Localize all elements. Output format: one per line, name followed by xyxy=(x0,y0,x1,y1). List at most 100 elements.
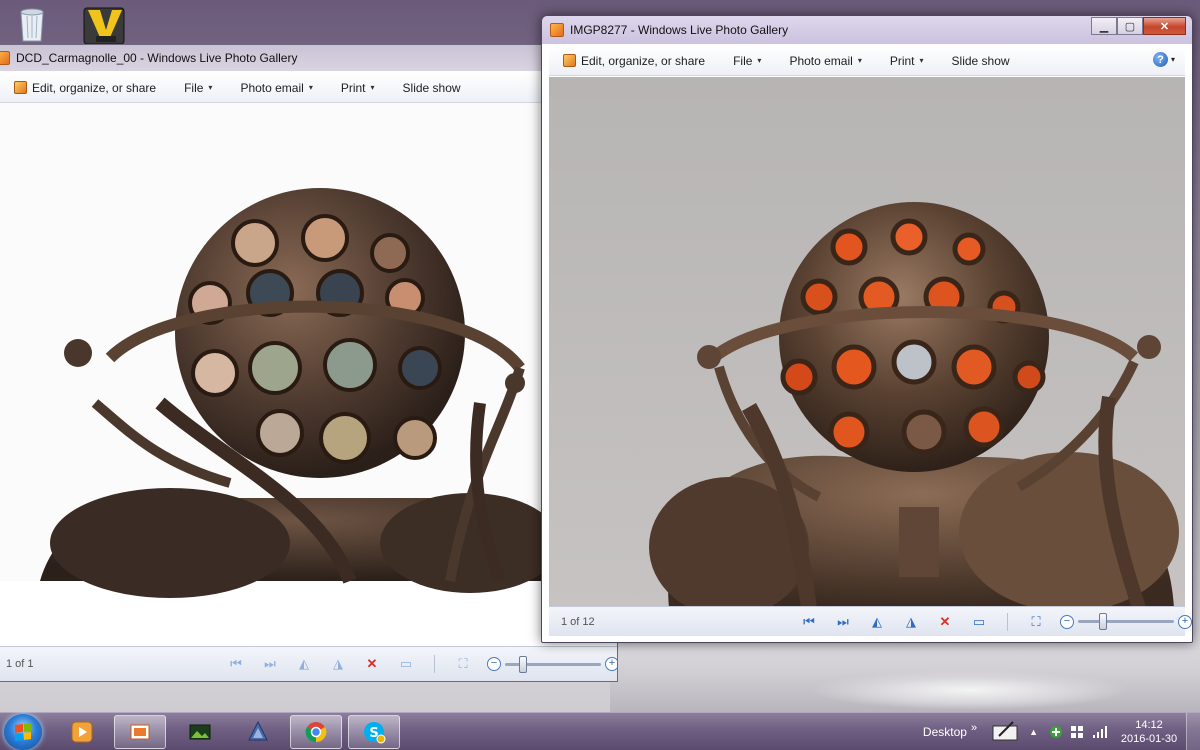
actual-size-icon[interactable]: ⛶ xyxy=(453,654,473,674)
start-button[interactable] xyxy=(4,714,42,750)
edit-organize-share-menu[interactable]: Edit, organize, or share xyxy=(0,73,170,102)
maximize-button[interactable]: ▢ xyxy=(1117,17,1143,35)
delete-icon[interactable]: ✕ xyxy=(362,654,382,674)
navigation-controls: ⏮ ⏭ ◭ ◮ ✕ ▭ ⛶ − + xyxy=(799,612,1192,632)
minimize-button[interactable]: ▁ xyxy=(1091,17,1117,35)
rotate-right-icon[interactable]: ◮ xyxy=(328,654,348,674)
window-title: IMGP8277 - Windows Live Photo Gallery xyxy=(570,22,789,37)
desktop-toolbar-label[interactable]: Desktop xyxy=(923,725,967,739)
tablet-input-icon[interactable] xyxy=(991,720,1021,744)
taskbar-image-viewer[interactable] xyxy=(174,715,226,749)
zoom-slider[interactable] xyxy=(1078,613,1174,630)
toolbar: Edit, organize, or share File ▾ Photo em… xyxy=(549,46,1185,76)
chevron-down-icon: ▾ xyxy=(208,83,213,92)
photo-viewer[interactable] xyxy=(0,103,617,646)
next-icon[interactable]: ⏭ xyxy=(260,654,280,674)
title-bar[interactable]: DCD_Carmagnolle_00 - Windows Live Photo … xyxy=(0,45,617,70)
close-icon: ✕ xyxy=(1159,20,1170,33)
photo-count: 1 of 12 xyxy=(561,615,595,628)
clock-date: 2016-01-30 xyxy=(1120,733,1178,745)
desktop: DCD_Carmagnolle_00 - Windows Live Photo … xyxy=(0,0,1200,712)
chrome-icon xyxy=(305,722,327,743)
windows-flag-icon[interactable] xyxy=(1070,725,1084,739)
desktop-background-detail xyxy=(610,650,1200,712)
taskbar: S Desktop » ▲ 14:12 2016-01-30 xyxy=(0,712,1200,750)
system-tray: Desktop » ▲ 14:12 2016-01-30 xyxy=(923,713,1200,750)
maximize-icon: ▢ xyxy=(1124,20,1136,33)
rotate-left-icon[interactable]: ◭ xyxy=(867,612,887,632)
photo-email-menu[interactable]: Photo email ▾ xyxy=(226,73,326,102)
zoom-in-icon[interactable]: + xyxy=(1178,614,1192,629)
slide-show-button[interactable]: Slide show xyxy=(938,46,1024,75)
system-clock[interactable]: 14:12 2016-01-30 xyxy=(1112,718,1186,746)
separator xyxy=(434,655,435,673)
photo-diving-helmet-white-bg xyxy=(0,103,617,646)
next-icon[interactable]: ⏭ xyxy=(833,612,853,632)
file-menu[interactable]: File ▾ xyxy=(170,73,226,102)
taskbar-chrome[interactable] xyxy=(290,715,342,749)
show-desktop-button[interactable] xyxy=(1186,713,1200,750)
signal-strength-icon[interactable] xyxy=(1092,725,1108,739)
image-viewer-icon xyxy=(189,724,211,740)
network-sync-icon[interactable] xyxy=(1048,724,1064,740)
chevron-down-icon: ▾ xyxy=(757,56,762,65)
slideshow-icon[interactable]: ▭ xyxy=(969,612,989,632)
title-bar[interactable]: IMGP8277 - Windows Live Photo Gallery ▁ … xyxy=(542,16,1192,43)
photo-gallery-window-left[interactable]: DCD_Carmagnolle_00 - Windows Live Photo … xyxy=(0,44,618,682)
edit-icon xyxy=(563,54,576,67)
photo-viewer[interactable] xyxy=(549,77,1185,606)
skype-icon: S xyxy=(364,722,386,744)
show-hidden-icons-icon[interactable]: ▲ xyxy=(1029,727,1038,737)
toolbar-overflow-icon[interactable]: » xyxy=(971,722,977,734)
help-icon: ? xyxy=(1152,52,1168,67)
zoom-control: − + xyxy=(1060,613,1192,630)
previous-icon[interactable]: ⏮ xyxy=(226,654,246,674)
zoom-out-icon[interactable]: − xyxy=(487,657,501,671)
actual-size-icon[interactable]: ⛶ xyxy=(1026,612,1046,632)
help-button[interactable]: ? ▾ xyxy=(1152,52,1175,67)
file-menu[interactable]: File ▾ xyxy=(719,46,775,75)
status-bar: 1 of 12 ⏮ ⏭ ◭ ◮ ✕ ▭ ⛶ − + xyxy=(549,606,1192,636)
navigation-controls: ⏮ ⏭ ◭ ◮ ✕ ▭ ⛶ − + xyxy=(226,654,617,674)
edit-organize-share-menu[interactable]: Edit, organize, or share xyxy=(549,46,719,75)
print-menu[interactable]: Print ▾ xyxy=(876,46,938,75)
window-title: DCD_Carmagnolle_00 - Windows Live Photo … xyxy=(16,50,298,65)
chevron-down-icon: ▾ xyxy=(308,83,313,92)
status-bar: 1 of 1 ⏮ ⏭ ◭ ◮ ✕ ▭ ⛶ − + xyxy=(0,646,617,681)
edit-icon xyxy=(14,81,27,94)
chevron-down-icon: ▾ xyxy=(857,56,862,65)
zoom-in-icon[interactable]: + xyxy=(605,657,617,671)
desktop-app-shortcut-icon[interactable] xyxy=(82,4,125,45)
photo-gallery-window-right[interactable]: IMGP8277 - Windows Live Photo Gallery ▁ … xyxy=(541,15,1193,643)
window-controls: ▁ ▢ ✕ xyxy=(1091,17,1186,35)
slideshow-icon[interactable]: ▭ xyxy=(396,654,416,674)
minimize-icon: ▁ xyxy=(1099,20,1109,33)
zoom-slider-thumb[interactable] xyxy=(1099,613,1108,630)
taskbar-skype[interactable]: S xyxy=(348,715,400,749)
print-menu[interactable]: Print ▾ xyxy=(327,73,389,102)
chevron-down-icon: ▾ xyxy=(1170,55,1175,64)
photo-gallery-icon xyxy=(130,724,150,740)
zoom-control: − + xyxy=(487,655,617,673)
toolbar: Edit, organize, or share File ▾ Photo em… xyxy=(0,73,617,103)
close-button[interactable]: ✕ xyxy=(1143,17,1186,35)
chevron-down-icon: ▾ xyxy=(919,56,924,65)
delete-icon[interactable]: ✕ xyxy=(935,612,955,632)
zoom-slider-thumb[interactable] xyxy=(519,655,528,673)
zoom-slider[interactable] xyxy=(505,655,601,673)
taskbar-shield-app[interactable] xyxy=(232,715,284,749)
photo-count: 1 of 1 xyxy=(6,658,34,670)
shield-icon xyxy=(248,720,268,741)
zoom-out-icon[interactable]: − xyxy=(1060,614,1074,629)
taskbar-media-player[interactable] xyxy=(56,715,108,749)
rotate-left-icon[interactable]: ◭ xyxy=(294,654,314,674)
photo-gallery-app-icon xyxy=(550,22,564,37)
rotate-right-icon[interactable]: ◮ xyxy=(901,612,921,632)
taskbar-photo-gallery[interactable] xyxy=(114,715,166,749)
clock-time: 14:12 xyxy=(1135,719,1163,731)
photo-email-menu[interactable]: Photo email ▾ xyxy=(775,46,875,75)
recycle-bin-icon[interactable] xyxy=(14,4,54,44)
slide-show-button[interactable]: Slide show xyxy=(389,73,475,102)
previous-icon[interactable]: ⏮ xyxy=(799,612,819,632)
chevron-down-icon: ▾ xyxy=(370,83,375,92)
